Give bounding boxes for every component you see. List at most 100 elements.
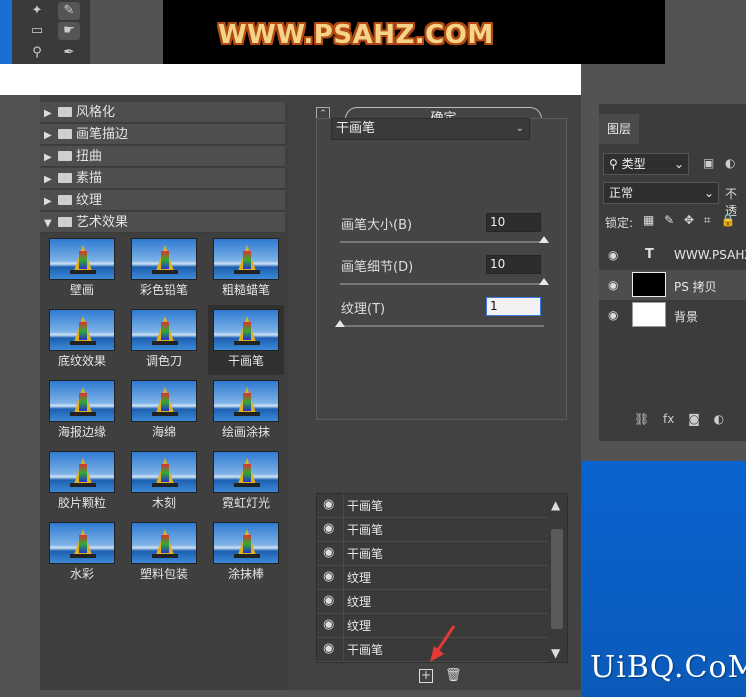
eye-icon[interactable]: ◉ [323, 522, 337, 536]
filter-adjustment-icon[interactable]: ◐ [725, 156, 735, 170]
filter-thumbnail[interactable]: 底纹效果 [44, 305, 120, 375]
layer-name: 背景 [674, 310, 699, 324]
filter-label: 底纹效果 [57, 354, 106, 368]
layer-row-text[interactable]: ◉ T WWW.PSAHZ.C [599, 240, 746, 270]
filter-thumbnail[interactable]: 壁画 [44, 234, 120, 304]
filter-thumbnail[interactable]: 海绵 [126, 376, 202, 446]
filter-label: 涂抹棒 [227, 567, 264, 581]
smudge-tool-icon[interactable]: ☛ [58, 22, 80, 40]
folder-icon [58, 151, 72, 161]
effect-layer-label: 纹理 [347, 595, 372, 609]
brush-detail-slider[interactable] [340, 283, 544, 285]
filter-select[interactable]: 干画笔 ⌄ [331, 118, 530, 140]
filter-thumbnail[interactable]: 胶片颗粒 [44, 447, 120, 517]
filter-thumbnail[interactable]: 涂抹棒 [208, 518, 284, 588]
trash-icon[interactable]: 🗑 [445, 668, 462, 684]
category-distort[interactable]: ▶ 扭曲 [40, 146, 285, 167]
filter-image-icon[interactable]: ▣ [703, 156, 714, 170]
layer-thumbnail [632, 272, 666, 297]
param-brush-detail-label: 画笔细节(D) [341, 260, 414, 275]
effect-layer-row[interactable]: ◉ 纹理 [317, 590, 549, 614]
divider [343, 614, 344, 638]
filter-preview-image [213, 380, 279, 422]
text-layer-icon: T [645, 247, 654, 262]
scroll-up-icon[interactable]: ▲ [551, 498, 560, 512]
filter-label: 木刻 [151, 496, 176, 510]
category-artistic[interactable]: ▼ 艺术效果 [40, 212, 285, 233]
eye-icon[interactable]: ◉ [323, 618, 337, 632]
brush-size-slider-thumb[interactable] [539, 236, 549, 243]
chevron-down-icon: ⌄ [515, 123, 524, 134]
filter-thumbnail[interactable]: 海报边缘 [44, 376, 120, 446]
category-texture[interactable]: ▶ 纹理 [40, 190, 285, 211]
filter-preview-image [213, 309, 279, 351]
layer-panel-actions[interactable]: ⛓ fx ◙ ◐ [634, 412, 724, 426]
layer-kind-filter[interactable]: ⚲ 类型 ⌄ [603, 153, 689, 175]
filter-thumbnail[interactable]: 绘画涂抹 [208, 376, 284, 446]
filter-thumbnail[interactable]: 彩色铅笔 [126, 234, 202, 304]
effect-layer-row[interactable]: ◉ 干画笔 [317, 542, 549, 566]
filter-label: 塑料包装 [139, 567, 188, 581]
filter-thumbnail[interactable]: 调色刀 [126, 305, 202, 375]
blend-mode-value: 正常 [609, 186, 634, 200]
category-sketch[interactable]: ▶ 素描 [40, 168, 285, 189]
pen-tool-icon[interactable]: ✒ [58, 44, 80, 62]
eye-icon[interactable]: ◉ [323, 594, 337, 608]
filter-thumbnail[interactable]: 水彩 [44, 518, 120, 588]
eye-icon[interactable]: ◉ [323, 570, 337, 584]
blend-mode-select[interactable]: 正常 ⌄ [603, 182, 719, 204]
tools-panel: ✦ ✎ ▭ ☛ ⚲ ✒ [12, 0, 90, 64]
effect-layer-row[interactable]: ◉ 干画笔 [317, 518, 549, 542]
filter-thumbnail[interactable]: 干画笔 [208, 305, 284, 375]
eye-icon[interactable]: ◉ [323, 642, 337, 656]
effect-layers-scrollbar[interactable]: ▲ ▼ [548, 494, 567, 662]
filter-preview-image [213, 522, 279, 564]
layers-panel: 图层 ⚲ 类型 ⌄ ▣ ◐ 正常 ⌄ 不透 锁定: ▦ ✎ ✥ ⌗ 🔒 ◉ T … [599, 104, 746, 441]
scroll-down-icon[interactable]: ▼ [551, 646, 560, 660]
eye-icon[interactable]: ◉ [323, 498, 337, 512]
dialog-titlebar[interactable] [0, 64, 581, 95]
brush-detail-slider-thumb[interactable] [539, 278, 549, 285]
divider [343, 638, 344, 662]
texture-slider-thumb[interactable] [335, 320, 345, 327]
magic-wand-icon[interactable]: ✦ [26, 2, 48, 20]
eye-icon[interactable]: ◉ [608, 308, 618, 322]
chevron-down-icon: ⌄ [673, 157, 684, 171]
category-brush-strokes[interactable]: ▶ 画笔描边 [40, 124, 285, 145]
eye-icon[interactable]: ◉ [323, 546, 337, 560]
watermark-bottom: UiBQ.CoM [590, 650, 746, 685]
brush-size-slider[interactable] [340, 241, 544, 243]
dodge-tool-icon[interactable]: ⚲ [26, 44, 48, 62]
rectangle-tool-icon[interactable]: ▭ [26, 22, 48, 40]
effect-layer-row[interactable]: ◉ 纹理 [317, 566, 549, 590]
divider [343, 542, 344, 566]
eye-icon[interactable]: ◉ [608, 248, 618, 262]
lock-icons[interactable]: ▦ ✎ ✥ ⌗ 🔒 [643, 213, 735, 228]
layers-tab[interactable]: 图层 [599, 114, 639, 144]
chevron-right-icon: ▶ [44, 130, 52, 141]
red-arrow-annotation [430, 625, 456, 662]
category-stylize[interactable]: ▶ 风格化 [40, 102, 285, 123]
layer-row-background[interactable]: ◉ 背景 [599, 300, 746, 330]
filter-thumbnail[interactable]: 木刻 [126, 447, 202, 517]
watermark-top: WWW.PSAHZ.COM [218, 20, 494, 50]
brush-size-input[interactable]: 10 [486, 213, 541, 232]
filter-preview-image [213, 238, 279, 280]
filter-thumbnail[interactable]: 霓虹灯光 [208, 447, 284, 517]
texture-slider[interactable] [340, 325, 544, 327]
eye-icon[interactable]: ◉ [608, 278, 618, 292]
filter-preview-image [131, 380, 197, 422]
filter-preview-image [213, 451, 279, 493]
eraser-icon[interactable]: ✎ [58, 2, 80, 20]
filter-thumbnail[interactable]: 塑料包装 [126, 518, 202, 588]
effect-layer-row[interactable]: ◉ 干画笔 [317, 494, 549, 518]
filter-thumbnail[interactable]: 粗糙蜡笔 [208, 234, 284, 304]
scroll-thumb[interactable] [551, 529, 563, 629]
category-label: 素描 [76, 171, 103, 186]
brush-detail-input[interactable]: 10 [486, 255, 541, 274]
new-effect-layer-button[interactable]: + [419, 669, 433, 683]
folder-icon [58, 173, 72, 183]
layer-row-image[interactable]: ◉ PS 拷贝 [599, 270, 746, 300]
layer-name: PS 拷贝 [674, 280, 717, 294]
texture-input[interactable]: 1 [486, 297, 541, 316]
